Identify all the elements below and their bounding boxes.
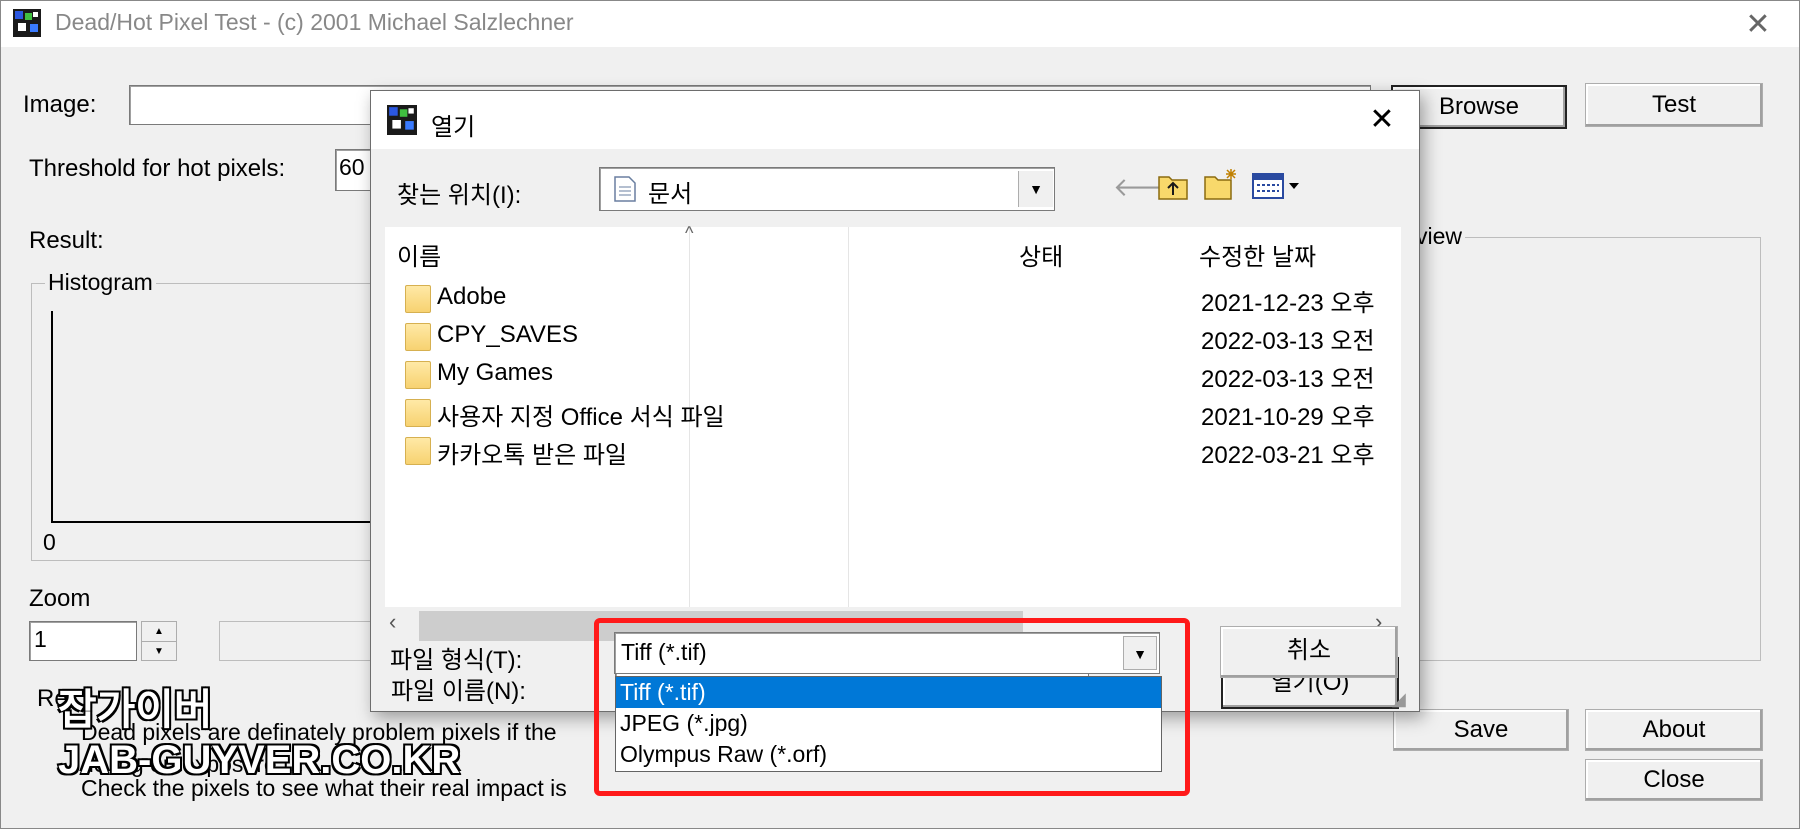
column-header-modified[interactable]: 수정한 날짜	[1199, 237, 1316, 272]
file-modified: 2022-03-21 오후	[1201, 442, 1375, 469]
column-header-name[interactable]: 이름	[397, 237, 441, 272]
zoom-label: Zoom	[29, 585, 91, 612]
look-in-combo[interactable]: 문서 ▼	[599, 167, 1055, 211]
sort-ascending-icon: ^	[685, 223, 694, 243]
folder-icon	[405, 399, 431, 427]
image-label: Image:	[23, 91, 97, 118]
file-row[interactable]: CPY_SAVES 2022-03-13 오전	[385, 319, 1401, 357]
title-bar: Dead/Hot Pixel Test - (c) 2001 Michael S…	[1, 1, 1799, 47]
file-name: Adobe	[437, 283, 507, 310]
filetype-label: 파일 형식(T):	[390, 647, 523, 674]
pixel-test-app-icon	[387, 105, 417, 135]
zoom-input[interactable]: 1	[29, 621, 137, 661]
highlight-annotation	[594, 618, 1190, 796]
file-modified: 2022-03-13 오전	[1201, 366, 1375, 393]
document-icon	[614, 176, 636, 202]
dialog-title: 열기	[431, 114, 476, 141]
zoom-spinner[interactable]: ▲ ▼	[141, 621, 177, 661]
histogram-y-axis	[51, 311, 53, 523]
close-icon: ✕	[1745, 8, 1771, 41]
about-button[interactable]: About	[1585, 709, 1763, 751]
filename-label: 파일 이름(N):	[391, 678, 526, 705]
file-row[interactable]: Adobe 2021-12-23 오후	[385, 281, 1401, 319]
spin-up-icon[interactable]: ▲	[142, 622, 176, 642]
close-button[interactable]: Close	[1585, 759, 1763, 801]
file-modified: 2022-03-13 오전	[1201, 328, 1375, 355]
file-name: My Games	[437, 359, 554, 386]
file-list[interactable]: 이름 ^ 상태 수정한 날짜 Adobe 2021-12-23 오후 CPY_S…	[385, 223, 1401, 607]
cancel-button[interactable]: 취소	[1220, 626, 1398, 678]
histogram-x-axis	[51, 521, 381, 523]
preview-group	[1405, 237, 1761, 661]
watermark-korean: 잡가이버	[57, 685, 214, 734]
folder-icon	[405, 285, 431, 313]
view-menu-icon[interactable]	[1251, 171, 1303, 201]
file-name: 카카오톡 받은 파일	[437, 442, 627, 469]
folder-icon	[405, 437, 431, 465]
back-arrow-icon[interactable]: 🡐	[1113, 169, 1183, 205]
histogram-label: Histogram	[45, 269, 156, 296]
dialog-close-button[interactable]: ✕	[1357, 99, 1407, 141]
app-icon	[13, 9, 41, 37]
file-modified: 2021-10-29 오후	[1201, 404, 1375, 431]
resize-grip-icon[interactable]: ◢	[1392, 688, 1416, 710]
file-row[interactable]: 사용자 지정 Office 서식 파일 2021-10-29 오후	[385, 395, 1401, 433]
histogram-zero-label: 0	[43, 529, 56, 555]
file-row[interactable]: My Games 2022-03-13 오전	[385, 357, 1401, 395]
window-close-button[interactable]: ✕	[1733, 5, 1783, 45]
folder-icon	[405, 361, 431, 389]
file-modified: 2021-12-23 오후	[1201, 290, 1375, 317]
threshold-label: Threshold for hot pixels:	[29, 155, 286, 182]
up-folder-icon[interactable]	[1157, 171, 1189, 201]
dialog-title-bar: 열기 ✕	[371, 91, 1419, 149]
new-folder-icon[interactable]	[1203, 167, 1239, 201]
chevron-down-icon[interactable]: ▼	[1018, 171, 1053, 207]
file-name: 사용자 지정 Office 서식 파일	[437, 404, 725, 431]
zoom-slider-track[interactable]	[219, 621, 379, 661]
close-icon: ✕	[1369, 103, 1395, 136]
watermark-url: JAB-GUYVER.CO.KR	[57, 737, 461, 783]
preview-label: view	[1413, 223, 1466, 250]
result-label: Result:	[29, 227, 104, 254]
window-title: Dead/Hot Pixel Test - (c) 2001 Michael S…	[55, 9, 574, 35]
histogram-group	[31, 283, 391, 561]
look-in-value: 문서	[648, 181, 693, 208]
scroll-left-icon[interactable]: ‹	[389, 609, 396, 635]
test-button[interactable]: Test	[1585, 83, 1763, 127]
file-name: CPY_SAVES	[437, 321, 578, 348]
spin-down-icon[interactable]: ▼	[142, 642, 176, 661]
look-in-label: 찾는 위치(I):	[397, 182, 522, 209]
save-button[interactable]: Save	[1393, 709, 1569, 751]
file-row[interactable]: 카카오톡 받은 파일 2022-03-21 오후	[385, 433, 1401, 471]
column-header-status[interactable]: 상태	[1019, 237, 1063, 272]
folder-icon	[405, 323, 431, 351]
